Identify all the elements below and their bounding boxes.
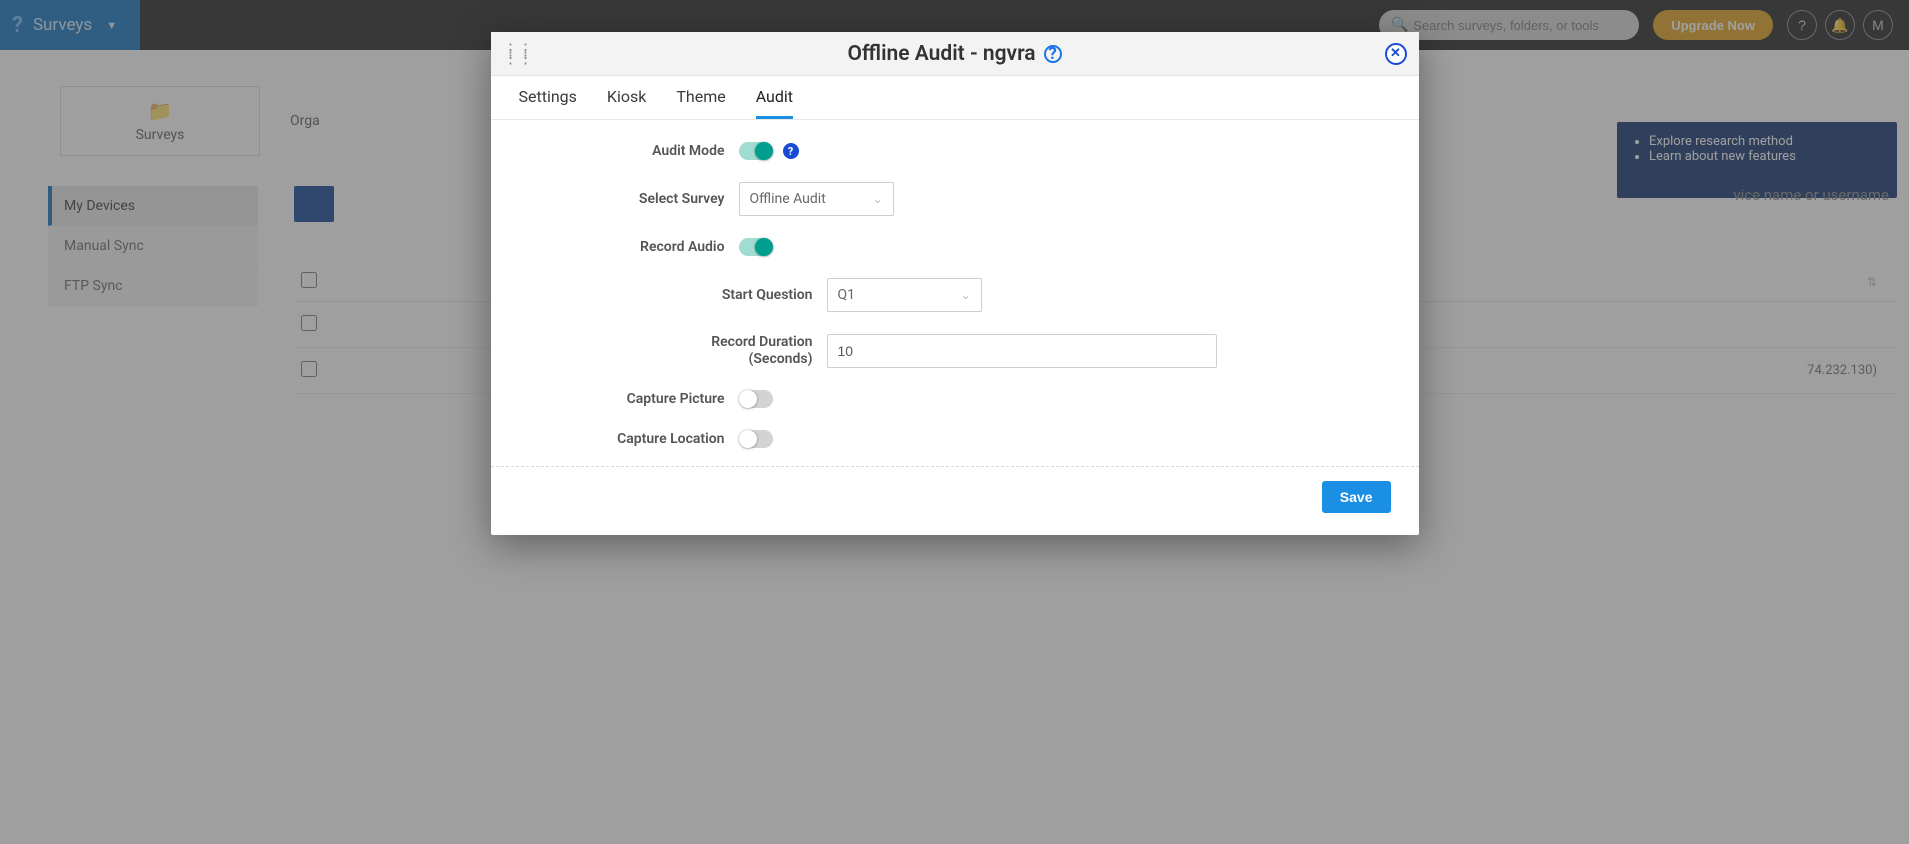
chevron-down-icon: ⌄ [872, 192, 882, 206]
toggle-capture-picture[interactable] [739, 390, 773, 408]
label-record-duration: Record Duration (Seconds) [667, 334, 827, 368]
select-survey-value: Offline Audit [750, 191, 826, 207]
start-question-dropdown[interactable]: Q1 ⌄ [827, 278, 982, 312]
label-start-question: Start Question [667, 287, 827, 304]
tab-settings[interactable]: Settings [519, 87, 577, 119]
select-survey-dropdown[interactable]: Offline Audit ⌄ [739, 182, 894, 216]
close-icon[interactable]: ✕ [1385, 43, 1407, 65]
start-question-value: Q1 [838, 287, 856, 303]
label-audit-mode: Audit Mode [519, 143, 739, 159]
modal-header: ⋮⋮⋮⋮ Offline Audit - ngvra ? ✕ [491, 32, 1419, 76]
toggle-audit-mode[interactable] [739, 142, 773, 160]
record-duration-input[interactable] [827, 334, 1217, 368]
tab-theme[interactable]: Theme [676, 87, 725, 119]
modal-tabs: Settings Kiosk Theme Audit [491, 76, 1419, 120]
drag-handle-icon[interactable]: ⋮⋮⋮⋮ [503, 46, 533, 62]
offline-audit-modal: ⋮⋮⋮⋮ Offline Audit - ngvra ? ✕ Settings … [491, 32, 1419, 535]
modal-title: Offline Audit - ngvra ? [847, 42, 1061, 66]
modal-body: Audit Mode ? Select Survey Offline Audit… [491, 120, 1419, 466]
label-capture-location: Capture Location [519, 431, 739, 447]
save-button[interactable]: Save [1322, 481, 1391, 513]
help-icon[interactable]: ? [783, 143, 799, 159]
toggle-capture-location[interactable] [739, 430, 773, 448]
tab-audit[interactable]: Audit [756, 87, 793, 119]
modal-title-text: Offline Audit - ngvra [847, 42, 1035, 66]
modal-overlay[interactable]: ⋮⋮⋮⋮ Offline Audit - ngvra ? ✕ Settings … [0, 0, 1909, 844]
label-capture-picture: Capture Picture [519, 391, 739, 407]
label-select-survey: Select Survey [519, 191, 739, 207]
tab-kiosk[interactable]: Kiosk [607, 87, 646, 119]
help-icon[interactable]: ? [1044, 45, 1062, 63]
toggle-record-audio[interactable] [739, 238, 773, 256]
chevron-down-icon: ⌄ [960, 288, 970, 302]
label-record-audio: Record Audio [519, 239, 739, 255]
modal-footer: Save [491, 466, 1419, 535]
